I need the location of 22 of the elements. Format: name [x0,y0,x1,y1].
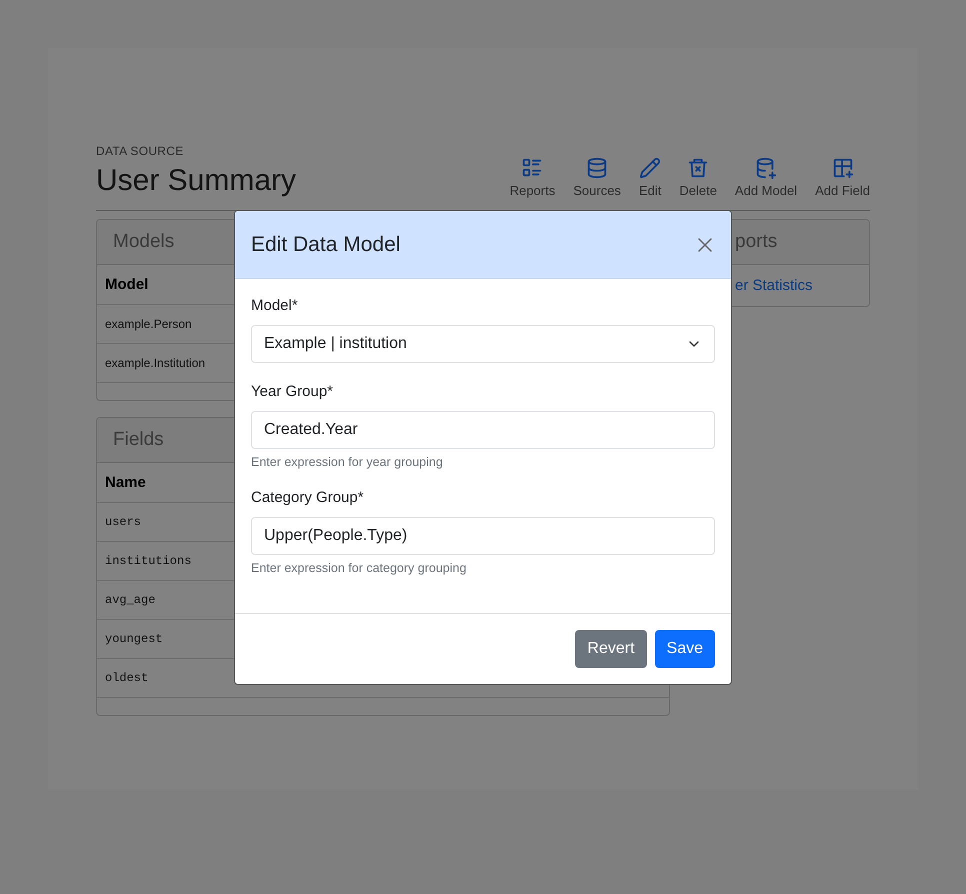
toolbar-button[interactable]: Edit [638,157,662,198]
toolbar-button[interactable]: Sources [573,157,621,198]
page-title: User Summary [96,164,296,198]
modal-title: Edit Data Model [251,232,400,256]
toolbar-button[interactable]: Add Model [734,157,798,198]
toolbar-button[interactable]: Reports [510,157,556,198]
model-select[interactable]: Example | institution [251,325,715,363]
list-icon [521,157,544,179]
revert-button[interactable]: Revert [575,630,647,668]
trash-icon [687,157,710,179]
input-field[interactable]: Upper(People.Type) [251,517,715,555]
field-label: Year Group* [251,383,334,400]
input-field[interactable]: Created.Year [251,411,715,449]
database-plus-icon [755,157,777,179]
help-text: Enter expression for category grouping [251,561,468,575]
pencil-icon [639,157,662,179]
database-icon [586,157,608,179]
save-button[interactable]: Save [654,630,715,668]
table-plus-icon [832,157,854,179]
eyebrow-label: DATA SOURCE [96,144,185,158]
toolbar-button[interactable]: Add Field [815,157,870,198]
toolbar-button[interactable]: Delete [679,157,717,198]
